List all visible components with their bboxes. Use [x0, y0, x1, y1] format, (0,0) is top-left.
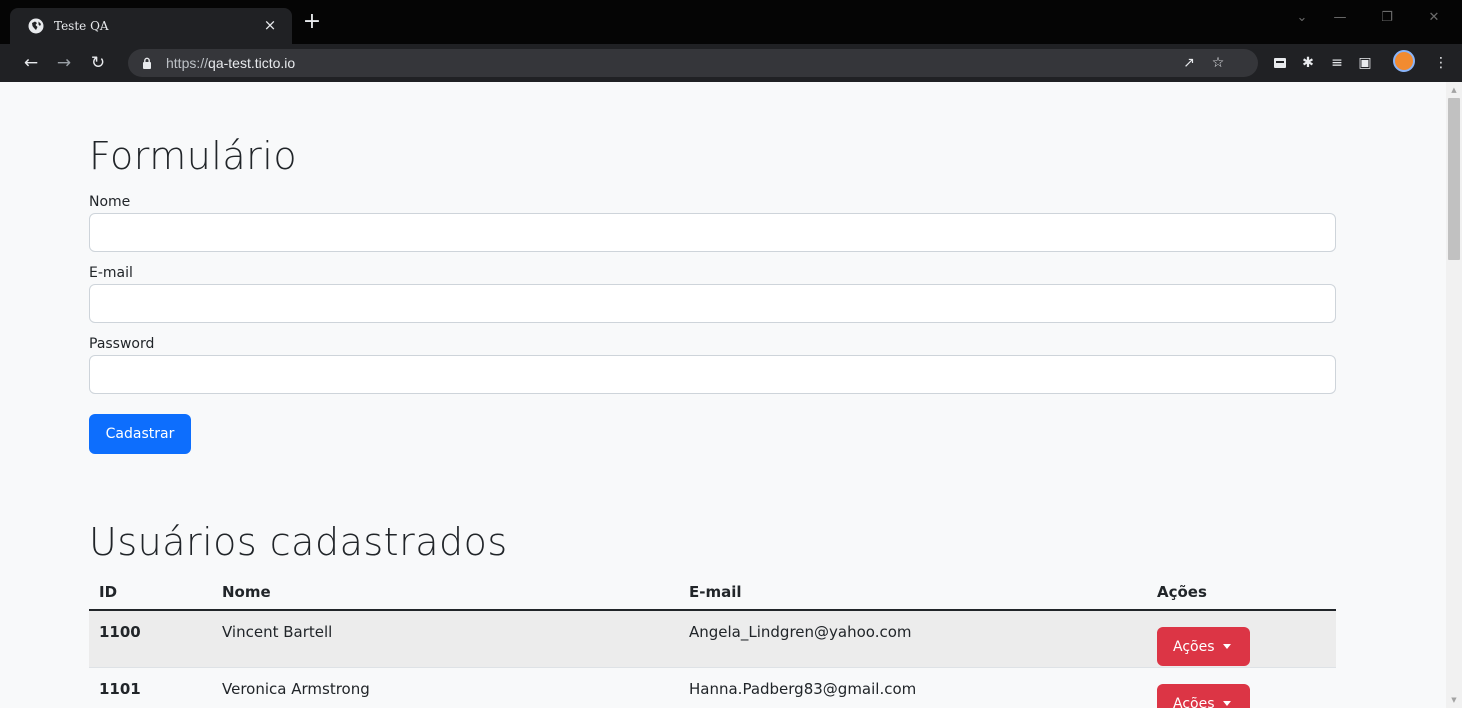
scrollbar-thumb[interactable] — [1448, 98, 1460, 260]
new-tab-button[interactable]: + — [300, 11, 324, 35]
extension-icon[interactable] — [1270, 53, 1290, 73]
cell-id: 1100 — [99, 623, 141, 641]
window-close-icon[interactable]: ✕ — [1422, 8, 1446, 28]
scroll-up-icon[interactable]: ▲ — [1446, 84, 1462, 96]
column-header-email: E-mail — [689, 583, 742, 601]
caret-down-icon — [1222, 644, 1231, 649]
share-icon[interactable]: ↗ — [1180, 54, 1198, 72]
email-field[interactable] — [89, 284, 1336, 323]
password-label: Password — [89, 336, 155, 352]
sidepanel-icon[interactable]: ▣ — [1355, 53, 1375, 73]
cell-id: 1101 — [99, 680, 141, 698]
email-label: E-mail — [89, 265, 133, 281]
cell-email: Hanna.Padberg83@gmail.com — [689, 680, 917, 698]
globe-icon — [28, 18, 44, 34]
browser-tab[interactable]: Teste QA × — [10, 8, 292, 44]
table-header: ID Nome E-mail Ações — [89, 574, 1336, 611]
actions-label: Ações — [1173, 638, 1215, 655]
actions-label: Ações — [1173, 695, 1215, 708]
address-bar[interactable]: https://qa-test.ticto.io ↗ ☆ — [128, 49, 1258, 77]
table-row: 1101 Veronica Armstrong Hanna.Padberg83@… — [89, 668, 1336, 708]
forward-icon[interactable]: → — [53, 52, 75, 74]
cell-name: Vincent Bartell — [222, 623, 333, 641]
media-icon[interactable]: ≡ — [1327, 53, 1347, 73]
avatar[interactable] — [1393, 50, 1415, 72]
scrollbar[interactable]: ▲ ▼ — [1446, 82, 1462, 708]
restore-icon[interactable]: ❐ — [1375, 8, 1399, 28]
password-field[interactable] — [89, 355, 1336, 394]
column-header-actions: Ações — [1157, 583, 1207, 601]
name-field[interactable] — [89, 213, 1336, 252]
url-text: https://qa-test.ticto.io — [166, 55, 296, 71]
star-icon[interactable]: ☆ — [1209, 54, 1227, 72]
lock-icon — [143, 57, 151, 69]
scroll-down-icon[interactable]: ▼ — [1446, 694, 1462, 706]
tab-search-icon[interactable]: ⌄ — [1290, 8, 1314, 28]
users-table: ID Nome E-mail Ações 1100 Vincent Bartel… — [89, 574, 1336, 708]
actions-dropdown-button[interactable]: Ações — [1157, 627, 1250, 666]
column-header-id: ID — [99, 583, 118, 601]
caret-down-icon — [1222, 701, 1231, 706]
back-icon[interactable]: ← — [20, 52, 42, 74]
page-content: Formulário Nome E-mail Password Cadastra… — [0, 82, 1446, 708]
form-title: Formulário — [89, 134, 298, 178]
menu-icon[interactable]: ⋮ — [1431, 53, 1451, 73]
name-label: Nome — [89, 194, 131, 210]
close-tab-icon[interactable]: × — [262, 17, 278, 33]
users-title: Usuários cadastrados — [89, 520, 508, 564]
table-row: 1100 Vincent Bartell Angela_Lindgren@yah… — [89, 611, 1336, 668]
browser-tabbar: Teste QA × + ⌄ — ❐ ✕ — [0, 0, 1462, 44]
browser-toolbar: ← → ↻ https://qa-test.ticto.io ↗ ☆ ✱ ≡ ▣… — [0, 44, 1462, 82]
minimize-icon[interactable]: — — [1328, 8, 1352, 28]
cell-name: Veronica Armstrong — [222, 680, 370, 698]
reload-icon[interactable]: ↻ — [87, 52, 109, 74]
cell-email: Angela_Lindgren@yahoo.com — [689, 623, 912, 641]
puzzle-icon[interactable]: ✱ — [1298, 53, 1318, 73]
submit-button[interactable]: Cadastrar — [89, 414, 191, 454]
actions-dropdown-button[interactable]: Ações — [1157, 684, 1250, 708]
column-header-name: Nome — [222, 583, 271, 601]
tab-title: Teste QA — [54, 19, 109, 33]
